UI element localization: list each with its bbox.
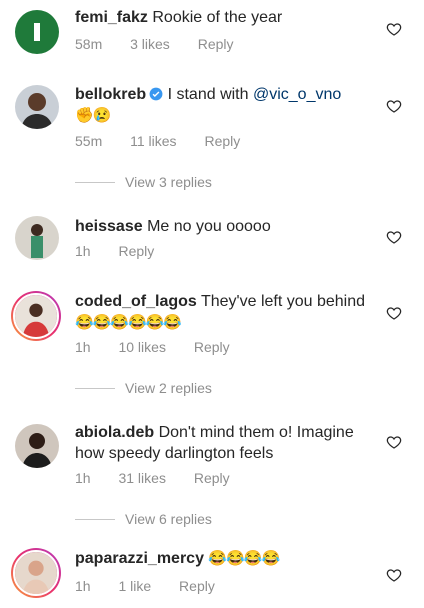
username[interactable]: bellokreb (75, 86, 146, 103)
avatar[interactable] (15, 85, 59, 129)
comment-body: bellokreb I stand with @vic_o_vno ✊😢 (75, 84, 378, 126)
likes-count[interactable]: 31 likes (118, 470, 165, 486)
view-replies-label: View 2 replies (125, 380, 212, 396)
timestamp: 1h (75, 243, 91, 259)
comment-meta: 55m 11 likes Reply (75, 133, 264, 149)
heart-icon[interactable] (386, 567, 402, 583)
likes-count[interactable]: 11 likes (130, 133, 176, 149)
comment-body: coded_of_lagos They've left you behind 😂… (75, 291, 378, 333)
reply-button[interactable]: Reply (179, 578, 215, 594)
likes-count[interactable]: 3 likes (130, 36, 170, 52)
heart-icon[interactable] (386, 98, 402, 114)
timestamp: 1h (75, 339, 91, 355)
comment-meta: 58m 3 likes Reply (75, 36, 258, 52)
heart-icon[interactable] (386, 229, 402, 245)
reply-button[interactable]: Reply (118, 243, 154, 259)
username[interactable]: coded_of_lagos (75, 293, 197, 310)
timestamp: 1h (75, 578, 91, 594)
view-replies-label: View 6 replies (125, 511, 212, 527)
username[interactable]: femi_fakz (75, 9, 148, 26)
reply-button[interactable]: Reply (198, 36, 234, 52)
view-replies-button[interactable]: View 3 replies (75, 174, 212, 190)
user-avatar-icon (15, 424, 59, 468)
timestamp: 55m (75, 133, 103, 149)
avatar-story-ring[interactable] (11, 291, 61, 341)
avatar[interactable] (15, 10, 59, 54)
timestamp: 58m (75, 36, 103, 52)
user-avatar-icon (15, 295, 57, 337)
emoji-text: ✊😢 (75, 107, 111, 124)
comment-meta: 1h 1 like Reply (75, 578, 239, 594)
comment-text: Me no you ooooo (147, 218, 271, 235)
avatar[interactable] (15, 216, 59, 260)
comment-meta: 1h 10 likes Reply (75, 339, 254, 355)
comment-body: heissase Me no you ooooo (75, 216, 378, 237)
heart-icon[interactable] (386, 21, 402, 37)
comment-meta: 1h 31 likes Reply (75, 470, 254, 486)
username[interactable]: paparazzi_mercy (75, 550, 204, 567)
view-replies-button[interactable]: View 6 replies (75, 511, 212, 527)
comment-body: abiola.deb Don't mind them o! Imagine ho… (75, 422, 378, 464)
likes-count[interactable]: 1 like (118, 578, 151, 594)
timestamp: 1h (75, 470, 91, 486)
avatar-story-ring[interactable] (11, 548, 61, 598)
comment-body: femi_fakz Rookie of the year (75, 7, 378, 28)
comment-text: I stand with (167, 86, 253, 103)
comment-text: Rookie of the year (152, 9, 283, 26)
emoji-text: 😂😂😂😂😂😂 (75, 314, 182, 331)
view-replies-button[interactable]: View 2 replies (75, 380, 212, 396)
user-avatar-icon (15, 216, 59, 260)
comment-text: They've left you behind (200, 293, 366, 310)
replies-divider (75, 387, 115, 389)
nigeria-flag-avatar-icon (15, 10, 59, 54)
replies-divider (75, 181, 115, 183)
user-avatar-icon (15, 85, 59, 129)
comments-feed: femi_fakz Rookie of the year 58m 3 likes… (0, 0, 424, 608)
heart-icon[interactable] (386, 305, 402, 321)
comment-meta: 1h Reply (75, 243, 178, 259)
avatar[interactable] (15, 424, 59, 468)
username[interactable]: heissase (75, 218, 143, 235)
reply-button[interactable]: Reply (204, 133, 240, 149)
comment-body: paparazzi_mercy 😂😂😂😂 (75, 548, 378, 569)
heart-icon[interactable] (386, 434, 402, 450)
likes-count[interactable]: 10 likes (118, 339, 165, 355)
username[interactable]: abiola.deb (75, 424, 154, 441)
view-replies-label: View 3 replies (125, 174, 212, 190)
mention-link[interactable]: @vic_o_vno (253, 86, 341, 103)
reply-button[interactable]: Reply (194, 470, 230, 486)
reply-button[interactable]: Reply (194, 339, 230, 355)
verified-badge-icon (149, 87, 163, 101)
replies-divider (75, 518, 115, 520)
emoji-text: 😂😂😂😂 (208, 550, 280, 567)
user-avatar-icon (15, 552, 57, 594)
